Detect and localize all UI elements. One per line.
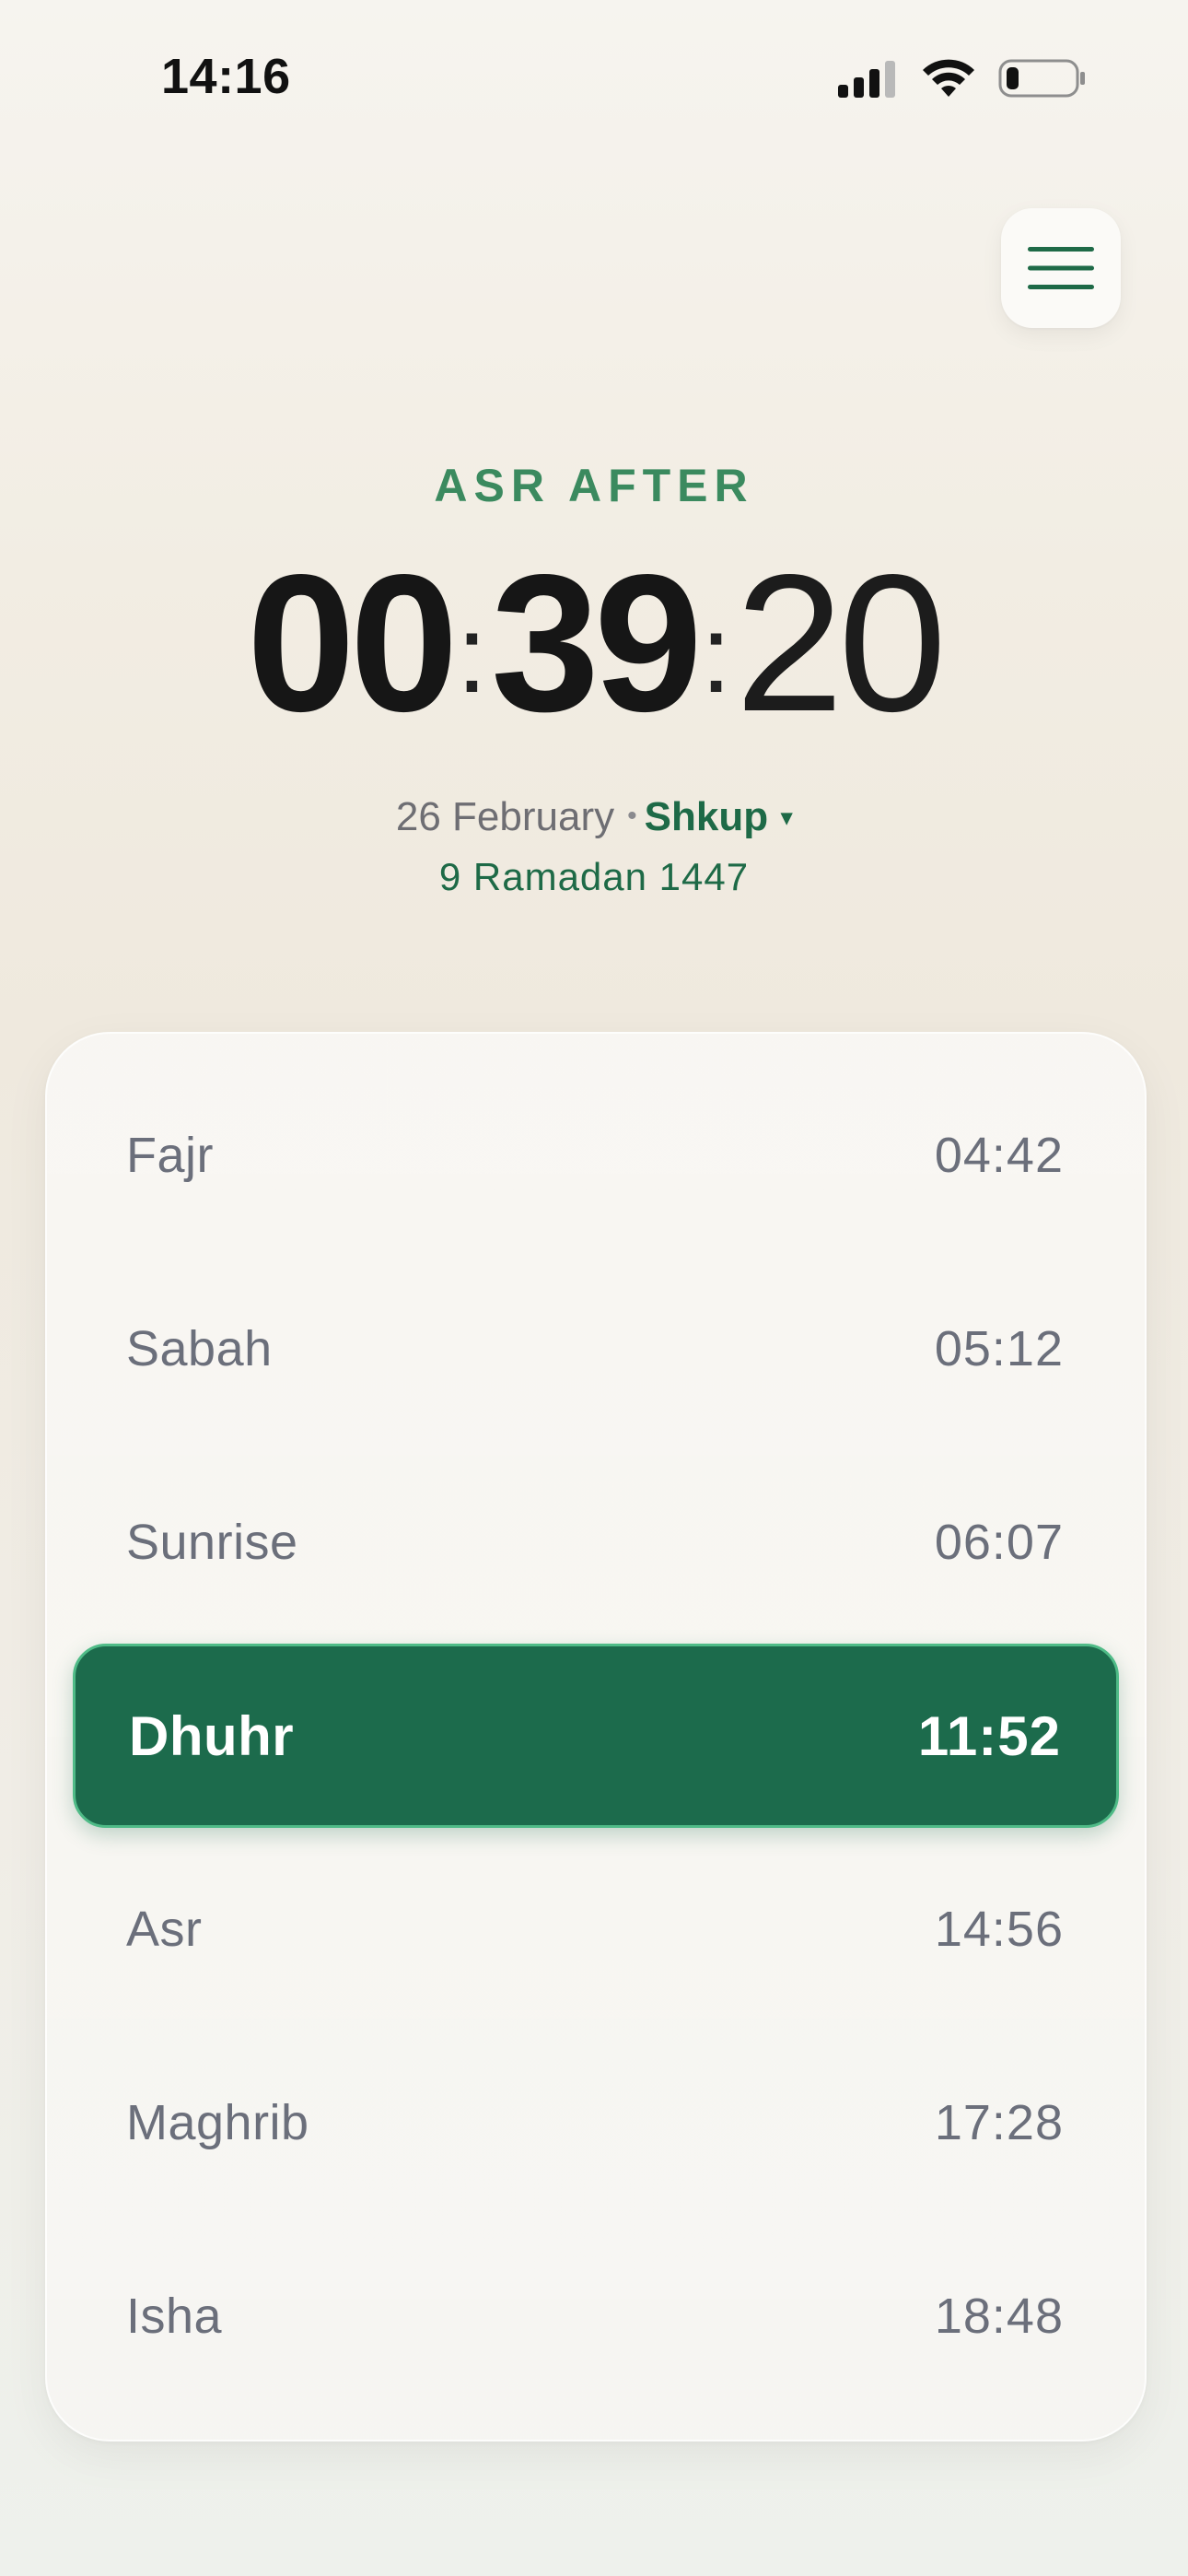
prayer-times-card: Fajr 04:42 Sabah 05:12 Sunrise 06:07 Dhu… bbox=[45, 1032, 1147, 2441]
hijri-date: 9 Ramadan 1447 bbox=[438, 855, 750, 898]
city-name: Shkup bbox=[644, 794, 769, 839]
prayer-time: 04:42 bbox=[934, 1128, 1064, 1183]
battery-icon bbox=[998, 59, 1085, 98]
prayer-name: Fajr bbox=[126, 1128, 214, 1183]
countdown-minutes: 39 bbox=[491, 533, 703, 752]
date-separator: • bbox=[627, 801, 637, 831]
prayer-row-maghrib[interactable]: Maghrib 17:28 bbox=[73, 2031, 1119, 2215]
countdown-separator: : bbox=[456, 592, 488, 716]
status-icons bbox=[838, 57, 1087, 100]
countdown-timer: 00:39:20 bbox=[0, 545, 1188, 752]
hamburger-menu-icon bbox=[1028, 247, 1094, 289]
signal-icon bbox=[838, 61, 895, 98]
prayer-time: 11:52 bbox=[917, 1704, 1061, 1767]
city-selector[interactable]: Shkup ▾ bbox=[645, 794, 793, 839]
prayer-row-dhuhr[interactable]: Dhuhr 11:52 bbox=[73, 1644, 1119, 1828]
prayer-time: 05:12 bbox=[934, 1321, 1064, 1376]
prayer-name: Sunrise bbox=[126, 1515, 298, 1570]
prayer-name: Sabah bbox=[126, 1321, 273, 1376]
countdown-separator: : bbox=[700, 592, 732, 716]
prayer-row-sunrise[interactable]: Sunrise 06:07 bbox=[73, 1450, 1119, 1634]
prayer-name: Maghrib bbox=[126, 2095, 309, 2150]
caret-down-icon: ▾ bbox=[781, 805, 793, 830]
countdown-hours: 00 bbox=[246, 533, 459, 752]
prayer-row-isha[interactable]: Isha 18:48 bbox=[73, 2224, 1119, 2408]
date-line: 26 February • Shkup ▾ bbox=[0, 794, 1188, 840]
next-prayer-label: ASR AFTER bbox=[434, 460, 754, 511]
prayer-time: 17:28 bbox=[934, 2095, 1064, 2150]
status-time: 14:16 bbox=[161, 49, 291, 104]
prayer-name: Isha bbox=[126, 2289, 223, 2344]
prayer-time: 06:07 bbox=[934, 1515, 1064, 1570]
wifi-icon bbox=[923, 59, 974, 97]
gregorian-date: 26 February bbox=[395, 794, 615, 839]
prayer-row-asr[interactable]: Asr 14:56 bbox=[73, 1837, 1119, 2021]
prayer-time: 18:48 bbox=[934, 2289, 1064, 2344]
prayer-name: Asr bbox=[126, 1902, 203, 1957]
prayer-time: 14:56 bbox=[934, 1902, 1064, 1957]
status-bar: 14:16 bbox=[0, 0, 1188, 157]
prayer-row-fajr[interactable]: Fajr 04:42 bbox=[73, 1063, 1119, 1247]
prayer-row-sabah[interactable]: Sabah 05:12 bbox=[73, 1257, 1119, 1441]
prayer-name: Dhuhr bbox=[129, 1704, 295, 1767]
menu-button[interactable] bbox=[1001, 208, 1121, 328]
countdown-seconds: 20 bbox=[735, 533, 947, 752]
